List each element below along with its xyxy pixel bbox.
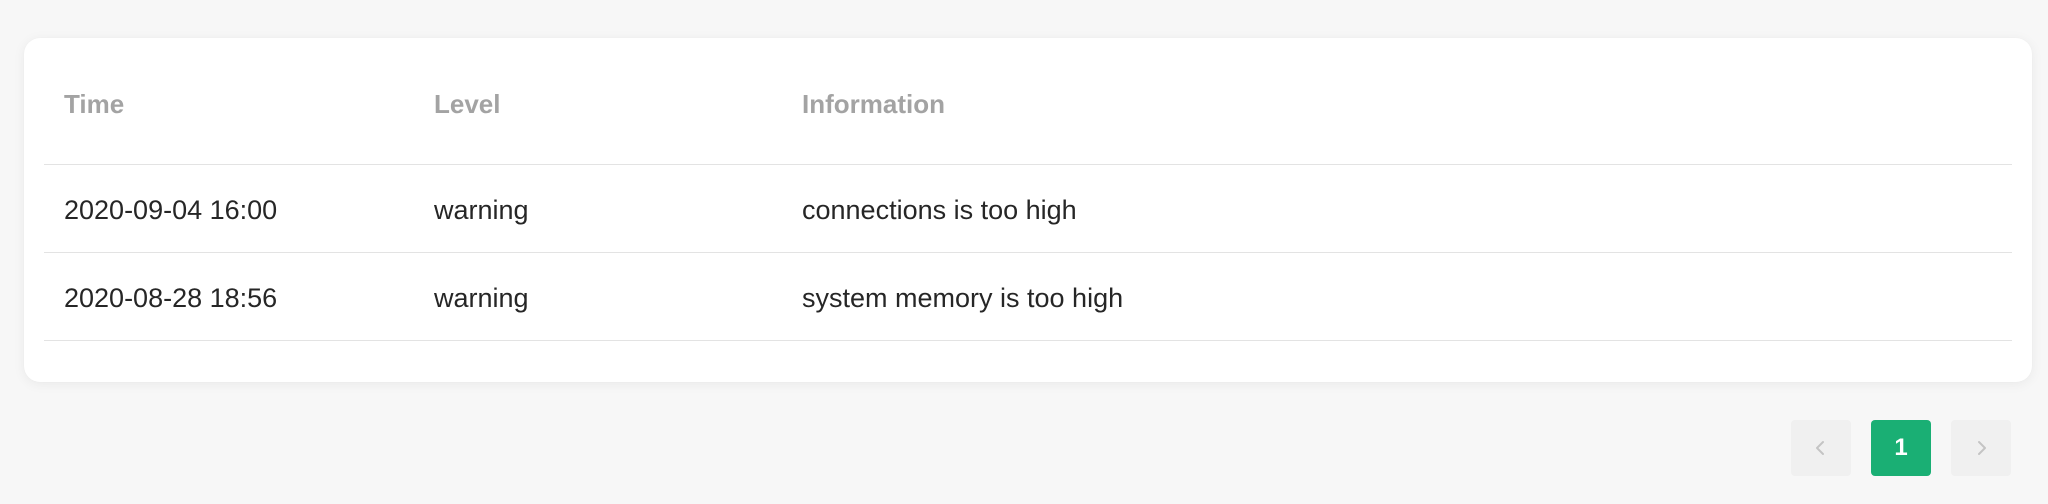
chevron-left-icon [1816, 441, 1824, 455]
pagination: 1 [1791, 420, 2011, 476]
alert-log-card: Time Level Information 2020-09-04 16:00 … [24, 38, 2032, 382]
column-header-time: Time [64, 88, 125, 119]
table-header-row: Time Level Information [44, 38, 2012, 165]
cell-level: warning [434, 195, 529, 225]
cell-time: 2020-08-28 18:56 [64, 283, 278, 313]
alert-log-table: Time Level Information 2020-09-04 16:00 … [44, 38, 2012, 341]
chevron-right-icon [1978, 441, 1986, 455]
cell-time: 2020-09-04 16:00 [64, 195, 278, 225]
cell-level: warning [434, 283, 529, 313]
cell-information: system memory is too high [802, 283, 1124, 313]
column-header-level: Level [434, 88, 501, 119]
column-header-information: Information [802, 88, 945, 119]
page-button-current[interactable]: 1 [1871, 420, 1931, 476]
prev-page-button[interactable] [1791, 420, 1851, 476]
table-row: 2020-08-28 18:56 warning system memory i… [44, 253, 2012, 341]
next-page-button[interactable] [1951, 420, 2011, 476]
cell-information: connections is too high [802, 195, 1077, 225]
table-row: 2020-09-04 16:00 warning connections is … [44, 165, 2012, 253]
